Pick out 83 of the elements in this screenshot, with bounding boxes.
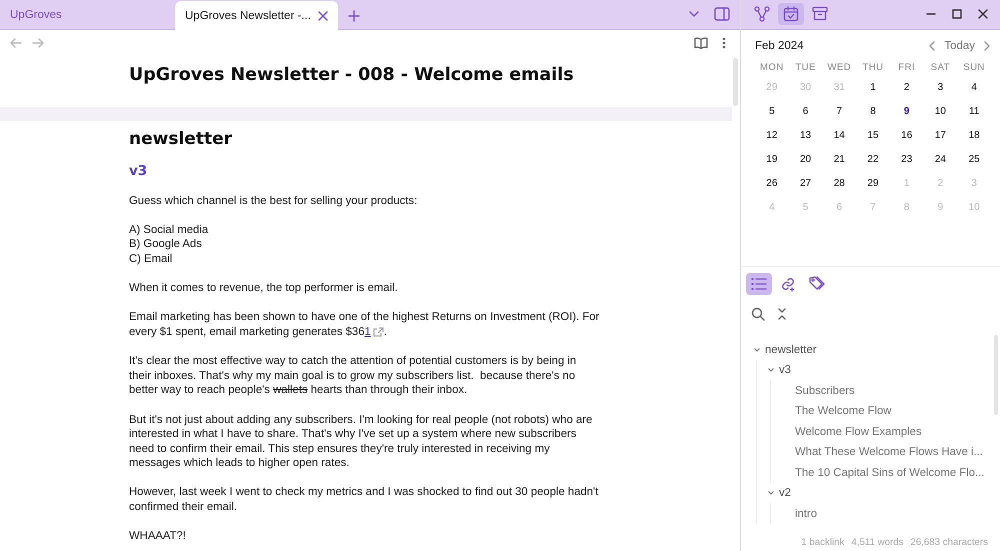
calendar-day[interactable]: 28 <box>832 178 847 189</box>
outline-item[interactable]: Welcome Flow Examples <box>795 426 922 438</box>
calendar-day[interactable]: 15 <box>865 130 881 141</box>
book-icon[interactable] <box>694 37 708 49</box>
calendar-day[interactable]: 3 <box>936 82 946 93</box>
subheading: v3 <box>129 163 148 179</box>
link-icon <box>780 276 796 292</box>
list-icon <box>751 276 767 292</box>
graph-icon <box>754 6 770 22</box>
calendar-day[interactable]: 11 <box>966 106 982 117</box>
calendar-day[interactable]: 18 <box>966 130 982 141</box>
close-icon[interactable] <box>978 9 988 20</box>
weekday-label: THU <box>861 62 884 75</box>
outline-item[interactable]: Subscribers <box>795 384 855 397</box>
list-tab[interactable] <box>746 273 772 296</box>
calendar-day[interactable]: 13 <box>798 130 814 141</box>
calendar-day[interactable]: 12 <box>764 130 780 141</box>
calendar-day[interactable]: 24 <box>932 154 948 165</box>
calendar-day[interactable]: 27 <box>798 178 814 189</box>
today-button[interactable]: Today <box>944 40 975 52</box>
paragraph: Guess which channel is the best for selling your products: <box>129 194 418 208</box>
status-text: 1 backlink <box>801 537 844 548</box>
next-icon[interactable] <box>983 40 991 51</box>
outline-item[interactable]: intro <box>795 508 817 520</box>
outline-item[interactable]: The Welcome Flow <box>795 405 892 418</box>
collapse-icon[interactable] <box>777 307 787 322</box>
paragraph: Email marketing has been shown to have one of the highest Returns on Investment (ROI). For every $1 spent, email marketing generates $361 . <box>129 310 600 340</box>
paragraph: WHAAAT?! <box>129 529 187 544</box>
outline-item[interactable]: v3 <box>779 364 791 376</box>
calendar-day[interactable]: 14 <box>832 130 847 141</box>
paragraph: When it comes to revenue, the top performer is email. <box>129 281 399 296</box>
weekday-label: SUN <box>962 62 986 75</box>
weekday-label: MON <box>759 62 785 75</box>
calendar-day[interactable]: 2 <box>902 82 912 93</box>
footnote-link[interactable]: 1 <box>364 326 384 338</box>
calendar-day[interactable]: 6 <box>800 106 810 117</box>
paragraph: But it's not just about adding any subscribers. I'm looking for real people (not robots) who are interested in what I have to share. That's why I've set up a system where new subscribers need to confirm their email. This step ensures they're truly interested in receiving my messages which leads to higher open rates. <box>129 412 594 471</box>
tags-icon <box>809 276 825 292</box>
tab[interactable]: UpGroves Newsletter -... <box>175 1 338 30</box>
calendar-day[interactable]: 25 <box>966 154 982 165</box>
calendar-day[interactable]: 20 <box>798 154 814 165</box>
calendar-day[interactable]: 7 <box>834 106 844 117</box>
paragraph: However, last week I went to check my metrics and I was shocked to find out 30 people hadn't confirmed their email. <box>129 485 600 515</box>
paragraph: A) Social media B) Google Ads C) Email <box>129 222 210 267</box>
weekday-label: WED <box>826 62 852 75</box>
calendar-day[interactable]: 23 <box>899 154 914 165</box>
calendar-day[interactable]: 26 <box>764 178 780 189</box>
note-title: UpGroves Newsletter - 008 - Welcome emails <box>129 65 575 85</box>
calendar-day[interactable]: 4 <box>969 82 979 93</box>
calendar-day[interactable]: 1 <box>868 82 878 93</box>
previous-icon[interactable] <box>928 40 936 51</box>
archive-icon <box>812 6 828 22</box>
sidebar-toggle-icon[interactable] <box>714 7 730 21</box>
outline-item[interactable]: What These Welcome Flows Have i... <box>795 446 983 458</box>
close-icon[interactable] <box>318 10 328 20</box>
calendar-icon <box>783 6 799 22</box>
outline-item[interactable]: The 10 Capital Sins of Welcome Flo... <box>795 466 984 479</box>
status-text: 26,683 characters <box>910 537 988 548</box>
status-text: 4,511 words <box>851 537 904 548</box>
calendar-day[interactable]: 16 <box>899 130 914 141</box>
calendar-tab[interactable] <box>778 3 804 26</box>
calendar-day[interactable]: 9 <box>902 106 912 117</box>
calendar-day[interactable]: 5 <box>767 106 777 117</box>
weekday-label: FRI <box>897 62 916 75</box>
calendar-day[interactable]: 21 <box>832 154 847 165</box>
maximize-icon[interactable] <box>952 9 962 20</box>
outline-item[interactable]: newsletter <box>765 344 816 356</box>
more-icon[interactable] <box>722 37 726 49</box>
calendar-day[interactable]: 22 <box>865 154 881 165</box>
calendar-day[interactable]: 8 <box>868 106 878 117</box>
weekday-label: TUE <box>794 62 817 75</box>
calendar-day[interactable]: 29 <box>865 178 881 189</box>
tab[interactable]: UpGroves <box>0 1 155 29</box>
weekday-label: SAT <box>930 62 952 75</box>
paragraph: It's clear the most effective way to catch the attention of potential customers is by being in their inboxes. That's why my main goal is to grow my subscribers list. because there's no better way to reach people's wallets hearts than through their inbox. <box>129 354 578 398</box>
search-icon[interactable] <box>751 307 765 322</box>
calendar-day[interactable]: 19 <box>764 154 780 165</box>
calendar-day[interactable]: 17 <box>932 130 948 141</box>
heading: newsletter <box>129 129 233 149</box>
calendar-day[interactable]: 10 <box>932 106 948 117</box>
month-label: Feb 2024 <box>755 40 804 52</box>
plus-icon[interactable] <box>348 10 360 22</box>
outline-item[interactable]: v2 <box>779 487 791 500</box>
